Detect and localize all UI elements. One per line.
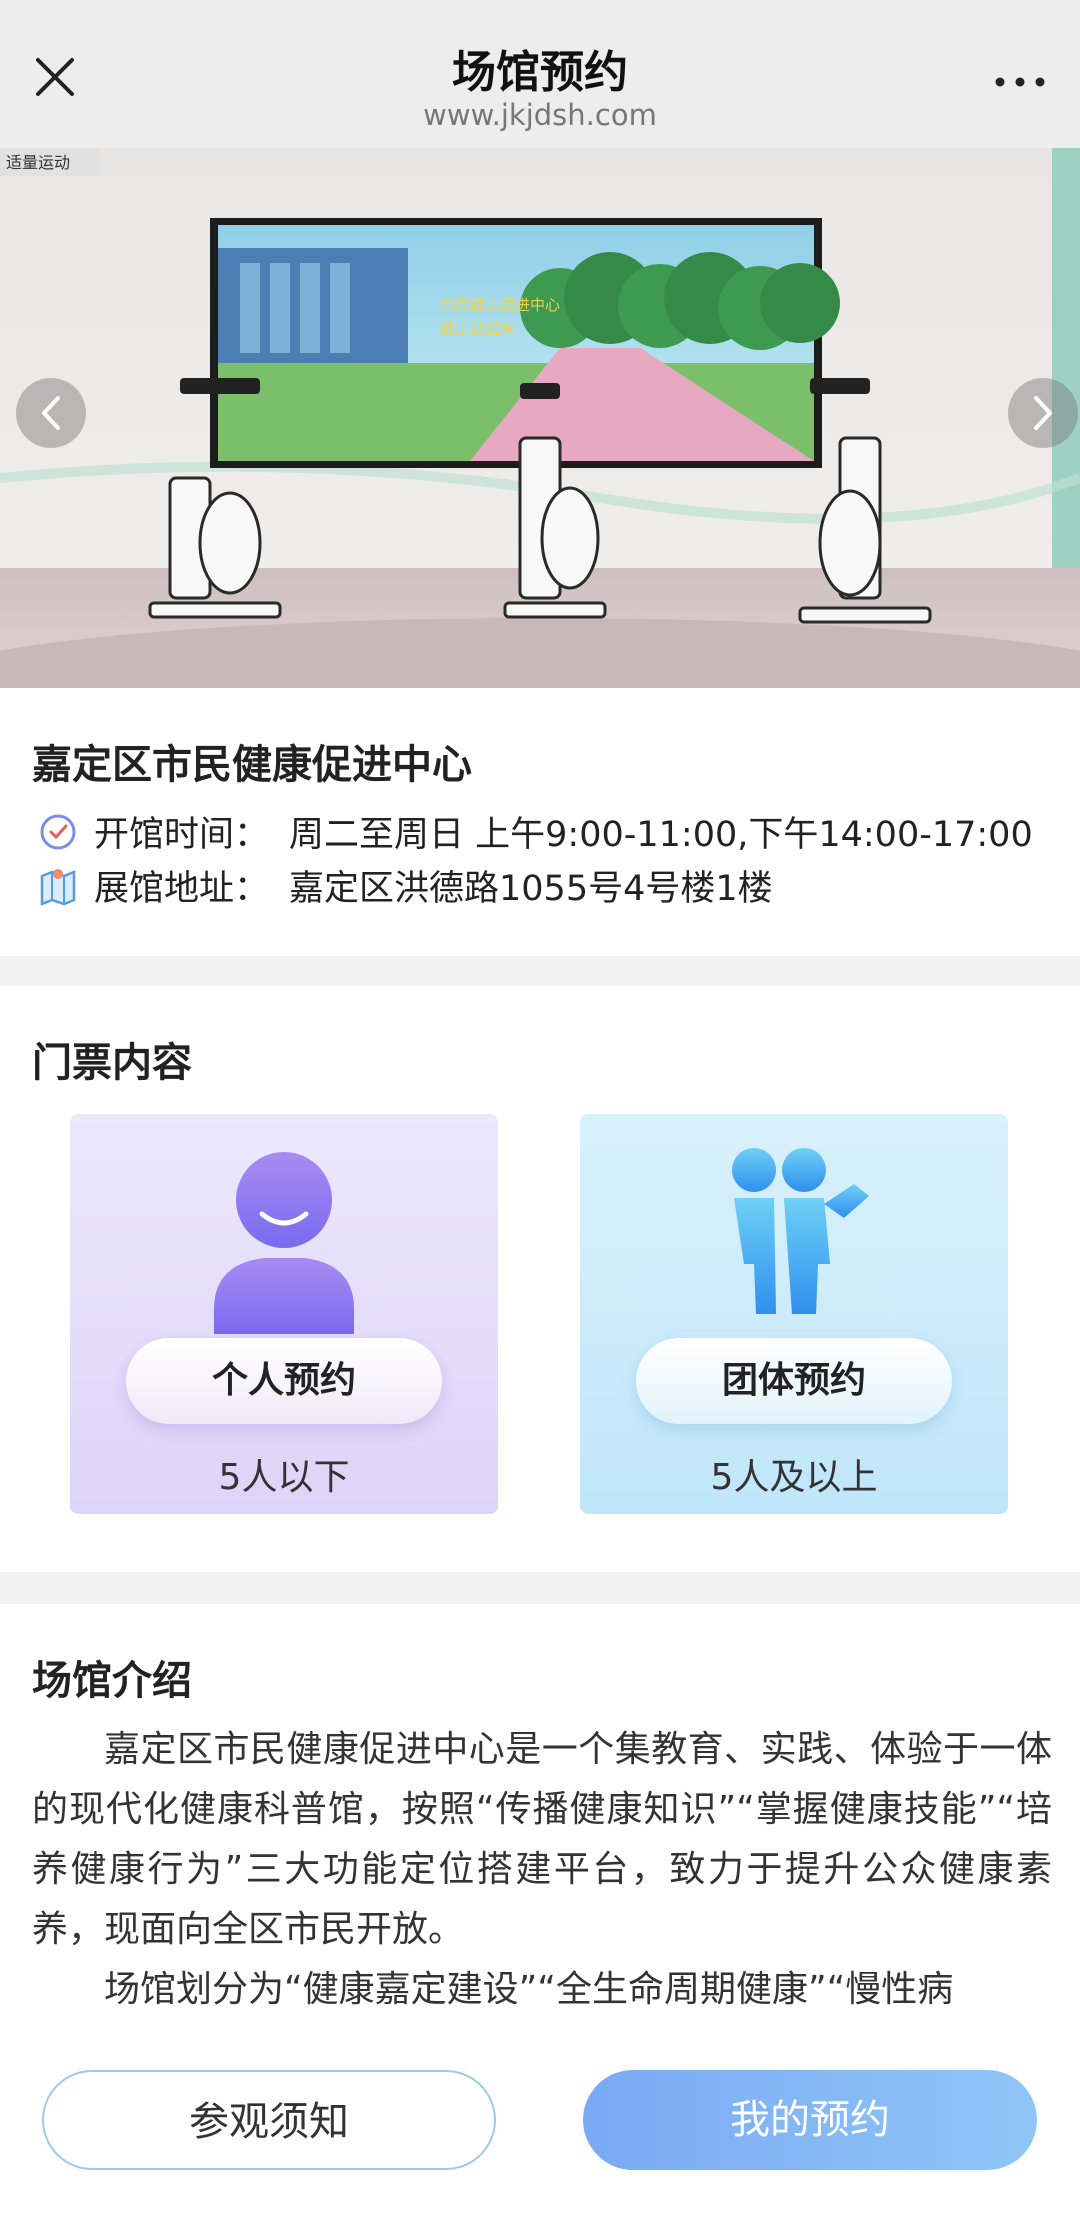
ticket-section: 门票内容 个人预约 5人以下 团体预约 5人及以上	[0, 986, 1080, 1572]
hours-value: 周二至周日 上午9:00-11:00,下午14:00-17:00	[289, 815, 1033, 855]
person-icon	[214, 1152, 354, 1334]
visit-notice-button[interactable]: 参观须知	[42, 2070, 496, 2170]
page-title: 场馆预约	[452, 47, 628, 98]
svg-text:适量运动: 适量运动	[6, 153, 70, 172]
group-icon	[732, 1148, 869, 1314]
group-booking-button[interactable]: 团体预约	[636, 1338, 952, 1424]
intro-title: 场馆介绍	[32, 1658, 192, 1704]
more-icon[interactable]	[990, 60, 1050, 100]
svg-text:健康动起来: 健康动起来	[440, 320, 515, 338]
banner-image: 市民健康促进中心 健康动起来 适量运动	[0, 148, 1080, 688]
personal-booking-button[interactable]: 个人预约	[126, 1338, 442, 1424]
banner-carousel[interactable]: 市民健康促进中心 健康动起来 适量运动	[0, 148, 1080, 688]
ticket-section-title: 门票内容	[32, 1040, 192, 1086]
banner-prev-button[interactable]	[16, 378, 86, 448]
page-url: www.jkjdsh.com	[423, 98, 657, 132]
top-bar: 场馆预约 www.jkjdsh.com	[0, 0, 1080, 148]
clock-icon	[40, 814, 76, 849]
venue-name: 嘉定区市民健康促进中心	[32, 742, 472, 788]
address: 展馆地址： 嘉定区洪德路1055号4号楼1楼	[36, 860, 773, 911]
group-booking-card[interactable]: 团体预约 5人及以上	[580, 1114, 1008, 1514]
address-value: 嘉定区洪德路1055号4号楼1楼	[289, 869, 773, 909]
hours-label: 开馆时间：	[94, 815, 270, 855]
personal-booking-card[interactable]: 个人预约 5人以下	[70, 1114, 498, 1514]
map-icon	[40, 868, 76, 906]
opening-hours: 开馆时间： 周二至周日 上午9:00-11:00,下午14:00-17:00	[36, 806, 1033, 857]
intro-paragraph: 场馆划分为“健康嘉定建设”“全生命周期健康”“慢性病	[104, 1969, 954, 2010]
address-label: 展馆地址：	[94, 869, 270, 909]
bottom-action-bar: 参观须知 我的预约	[0, 2040, 1080, 2225]
personal-booking-sub: 5人以下	[218, 1457, 350, 1498]
intro-body: 嘉定区市民健康促进中心是一个集教育、实践、体验于一体的现代化健康科普馆，按照“传…	[32, 1720, 1052, 2020]
intro-paragraph: 嘉定区市民健康促进中心是一个集教育、实践、体验于一体的现代化健康科普馆，按照“传…	[32, 1729, 1052, 1950]
my-booking-button[interactable]: 我的预约	[583, 2070, 1037, 2170]
group-booking-sub: 5人及以上	[710, 1457, 878, 1498]
banner-next-button[interactable]	[1008, 378, 1078, 448]
venue-info: 嘉定区市民健康促进中心 开馆时间： 周二至周日 上午9:00-11:00,下午1…	[0, 688, 1080, 956]
svg-text:市民健康促进中心: 市民健康促进中心	[440, 296, 560, 314]
